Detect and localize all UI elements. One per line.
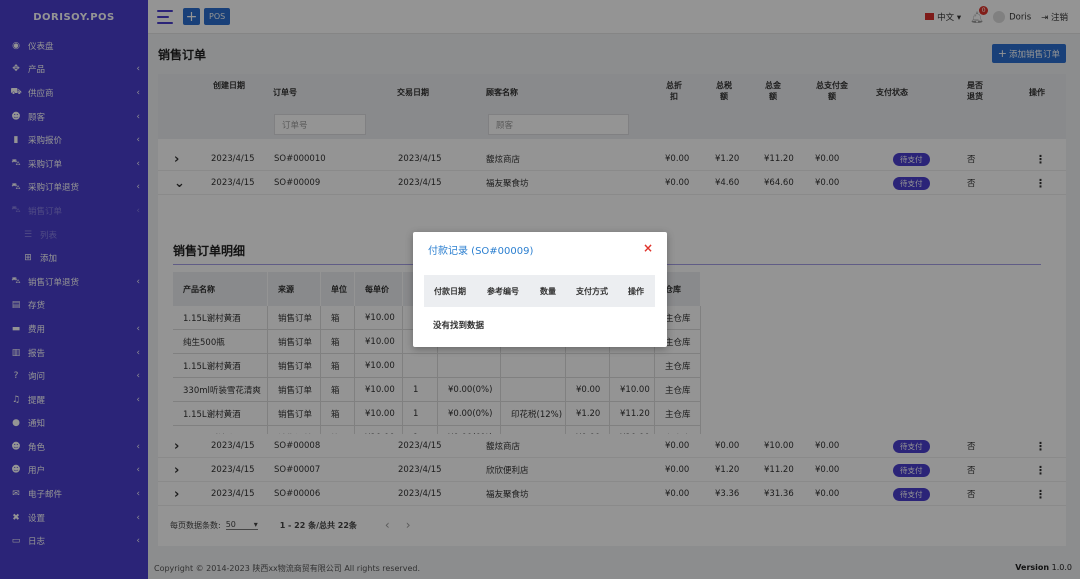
modal-col-header: 操作 xyxy=(628,286,644,296)
modal-empty-message: 没有找到数据 xyxy=(433,321,485,331)
payment-records-modal: 付款记录 (SO#00009) × 付款日期 参考编号 数量 支付方式 操作 没有找到数… xyxy=(413,232,667,347)
modal-col-header: 支付方式 xyxy=(576,286,608,296)
close-icon[interactable]: × xyxy=(643,241,653,255)
modal-col-header: 付款日期 xyxy=(434,286,466,296)
modal-table-header: 付款日期 参考编号 数量 支付方式 操作 xyxy=(424,275,655,307)
modal-col-header: 参考编号 xyxy=(487,286,519,296)
modal-col-header: 数量 xyxy=(540,286,556,296)
modal-title: 付款记录 (SO#00009) xyxy=(428,246,534,257)
